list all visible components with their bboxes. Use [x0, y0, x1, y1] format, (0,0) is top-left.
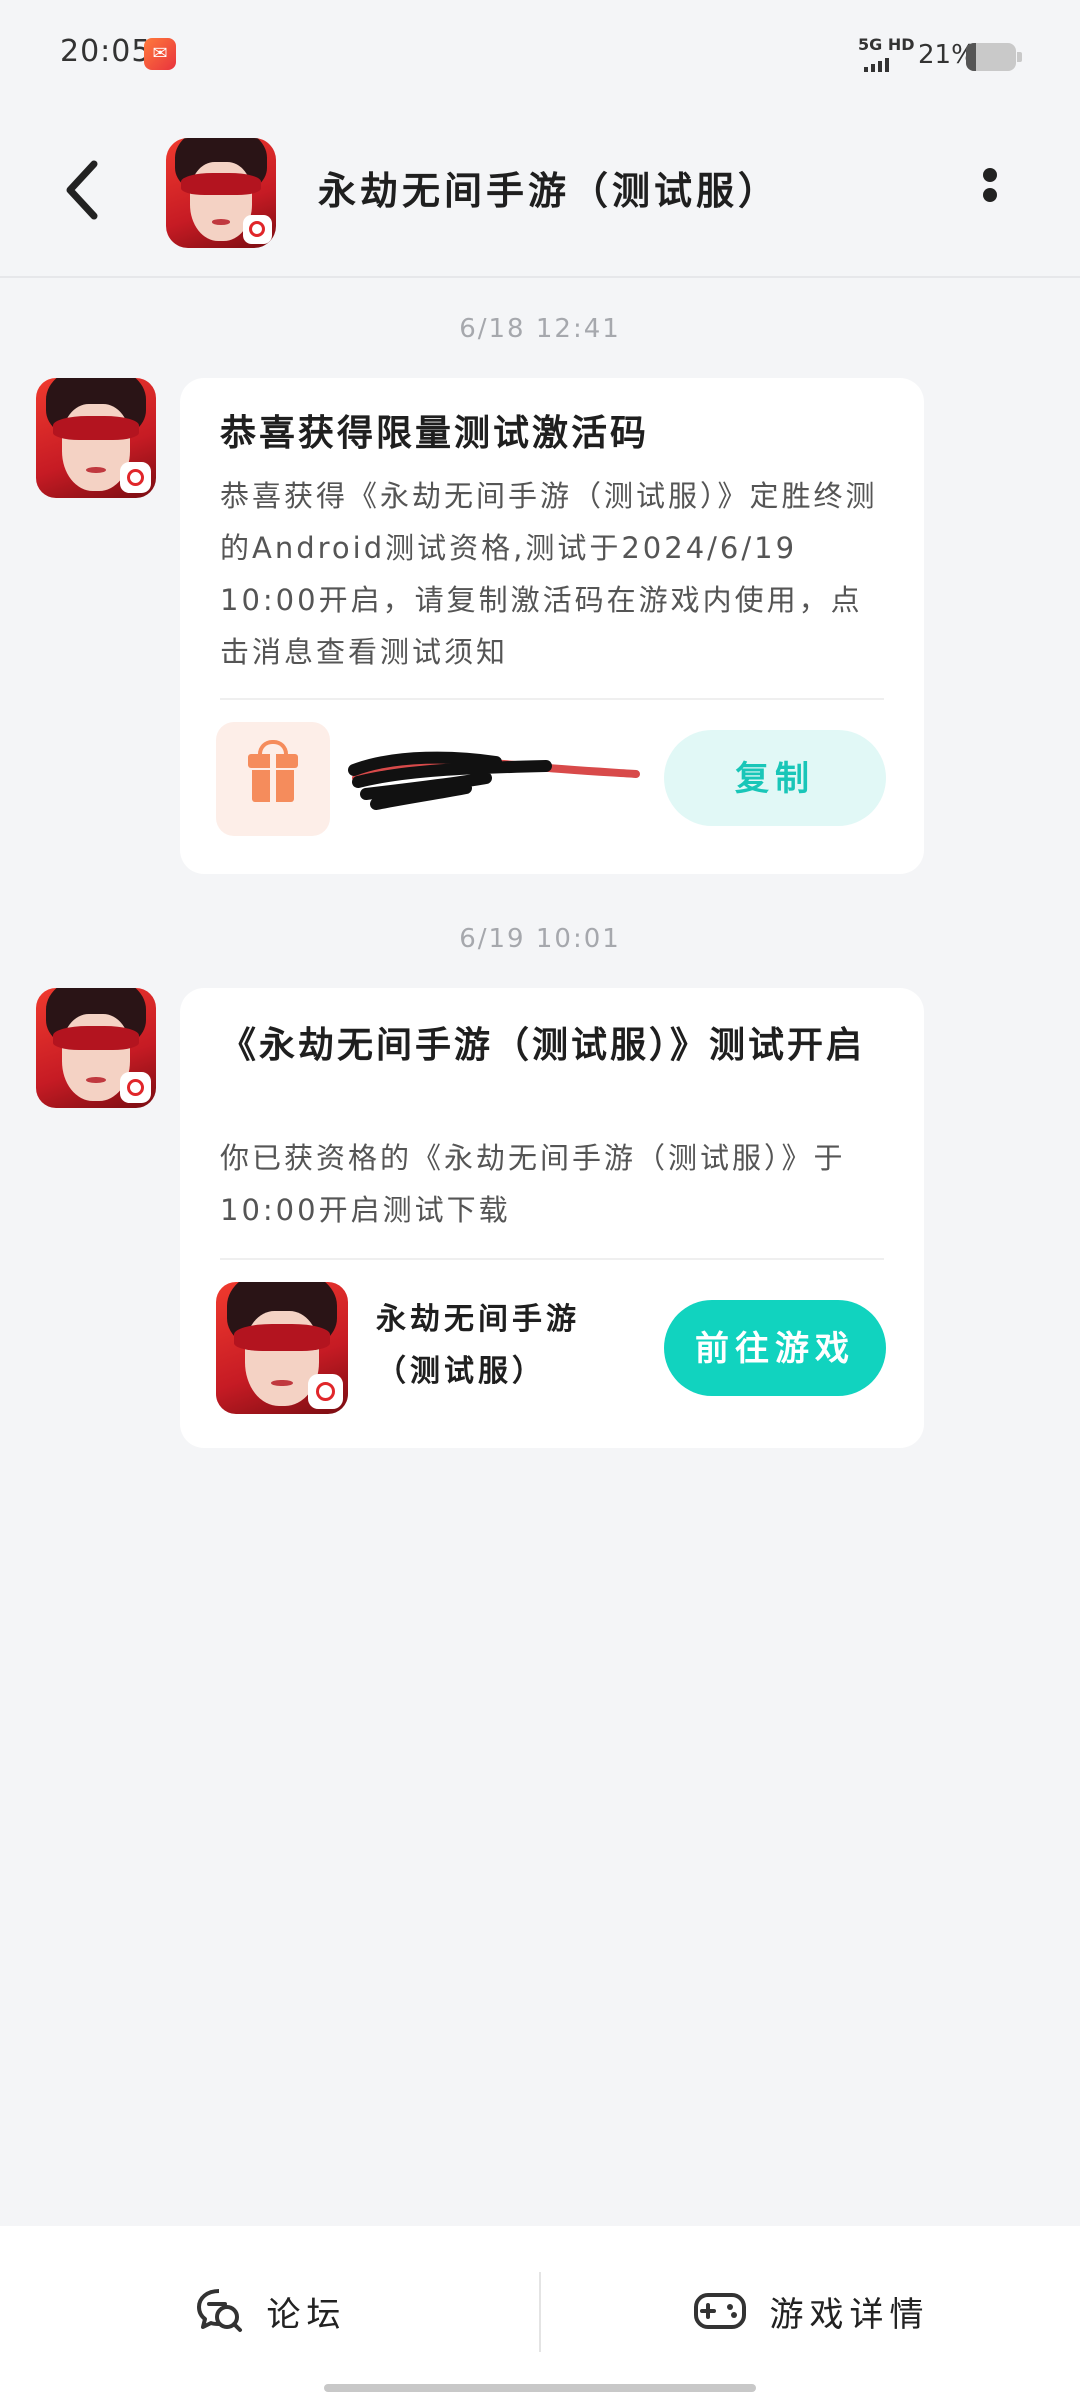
copy-button[interactable]: 复制 [664, 730, 886, 826]
forum-button[interactable]: 论坛 [0, 2226, 539, 2396]
message-body: 恭喜获得《永劫无间手游（测试服）》定胜终测的Android测试资格,测试于202… [220, 479, 878, 669]
notification-app-icon: ✉ [144, 38, 176, 70]
message-timestamp: 6/19 10:01 [459, 924, 621, 954]
message-timestamp: 6/18 12:41 [459, 314, 621, 344]
message-title: 恭喜获得限量测试激活码 [220, 413, 650, 454]
message-card[interactable]: 《永劫无间手游（测试服）》测试开启 你已获资格的《永劫无间手游（测试服）》于10… [180, 988, 924, 1448]
game-name-line: （测试服） [376, 1354, 546, 1389]
forum-icon [196, 2289, 242, 2332]
network-label: 5G HD [858, 35, 915, 54]
home-indicator[interactable] [324, 2384, 756, 2392]
chat-header: 永劫无间手游（测试服） [0, 110, 1080, 278]
redacted-activation-code [348, 751, 640, 810]
game-name-line: 永劫无间手游 [376, 1302, 580, 1337]
message-title: 《永劫无间手游（测试服）》测试开启 [220, 1025, 866, 1066]
sender-avatar[interactable] [36, 988, 156, 1108]
game-name: 永劫无间手游 （测试服） [376, 1294, 596, 1398]
page-title: 永劫无间手游（测试服） [318, 169, 781, 213]
sender-avatar[interactable] [36, 378, 156, 498]
game-details-label: 游戏详情 [769, 2294, 930, 2335]
game-thumbnail[interactable] [216, 1282, 348, 1414]
gamepad-icon [693, 2293, 746, 2329]
bottom-bar: 论坛 游戏详情 [0, 2226, 1080, 2400]
more-dot-icon [983, 188, 997, 202]
more-dot-icon [983, 168, 997, 182]
divider [220, 698, 884, 700]
message-body: 你已获资格的《永劫无间手游（测试服）》于10:00开启测试下载 [220, 1141, 846, 1227]
chevron-left-icon [66, 160, 98, 220]
battery-icon [966, 43, 1022, 71]
divider [220, 1258, 884, 1260]
status-bar: 20:05 ✉ 5G HD 21% [0, 0, 1080, 110]
game-details-button[interactable]: 游戏详情 [541, 2226, 1080, 2396]
back-button[interactable] [56, 150, 116, 230]
more-options-button[interactable] [970, 162, 1010, 222]
go-to-game-button[interactable]: 前往游戏 [664, 1300, 886, 1396]
gift-icon [216, 722, 330, 836]
forum-label: 论坛 [266, 2294, 347, 2335]
message-card[interactable]: 恭喜获得限量测试激活码 恭喜获得《永劫无间手游（测试服）》定胜终测的Androi… [180, 378, 924, 874]
game-avatar[interactable] [166, 138, 276, 248]
status-time: 20:05 [60, 34, 152, 69]
signal-icon [864, 58, 889, 72]
